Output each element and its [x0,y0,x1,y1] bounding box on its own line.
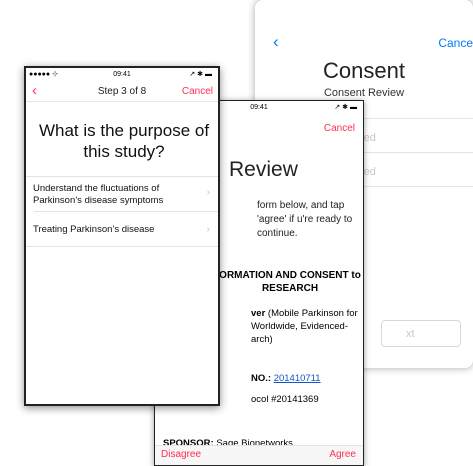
page-title: Review [229,158,298,181]
disagree-button[interactable]: Disagree [161,449,201,460]
status-bar: ●●●●● ⊹ 09:41 ↗ ✱ ▬ [26,68,218,80]
agree-button[interactable]: Agree [329,449,356,460]
chevron-right-icon: › [206,224,210,235]
document-heading: ORMATION AND CONSENT to RESEARCH [219,270,361,294]
question-title: What is the purpose of this study? [38,121,210,161]
review-footer: Disagree Agree [155,445,363,465]
page-title: Consent [323,58,405,83]
study-title-paragraph: ver (Mobile Parkinson for Worldwide, Evi… [251,307,363,346]
cancel-button[interactable]: Cance [438,36,473,50]
answer-option[interactable]: Treating Parkinson’s disease › [26,212,218,242]
page-subtitle: Consent Review [323,87,405,99]
cancel-button[interactable]: Cancel [324,123,355,134]
chevron-left-icon: ‹ [273,32,279,51]
cancel-button[interactable]: Cancel [182,86,213,97]
answer-option[interactable]: Understand the fluctuations of Parkinson… [26,177,218,207]
protocol-link[interactable]: 201410711 [274,373,321,384]
instructions-text: form below, and tap 'agree' if u're read… [257,200,353,239]
navigation-bar: ‹ Step 3 of 8 Cancel [26,81,218,102]
protocol-line: ocol #20141369 [251,394,319,405]
question-screen: ●●●●● ⊹ 09:41 ↗ ✱ ▬ ‹ Step 3 of 8 Cancel… [24,66,220,406]
study-title-bold: ver [251,308,266,319]
divider [26,246,218,247]
answer-option-label: Treating Parkinson’s disease [33,224,155,235]
chevron-right-icon: › [206,187,210,198]
status-icons: ↗ ✱ ▬ [334,104,357,111]
protocol-number: NO.: 201410711 [251,373,321,384]
protocol-label: NO.: [251,373,274,384]
back-button[interactable]: ‹ [273,32,279,52]
next-button[interactable]: xt [381,320,461,347]
answer-option-label: Understand the fluctuations of Parkinson… [33,183,164,206]
status-icons: ↗ ✱ ▬ [189,71,212,78]
study-title-rest: (Mobile Parkinson for Worldwide, Evidenc… [251,308,358,345]
